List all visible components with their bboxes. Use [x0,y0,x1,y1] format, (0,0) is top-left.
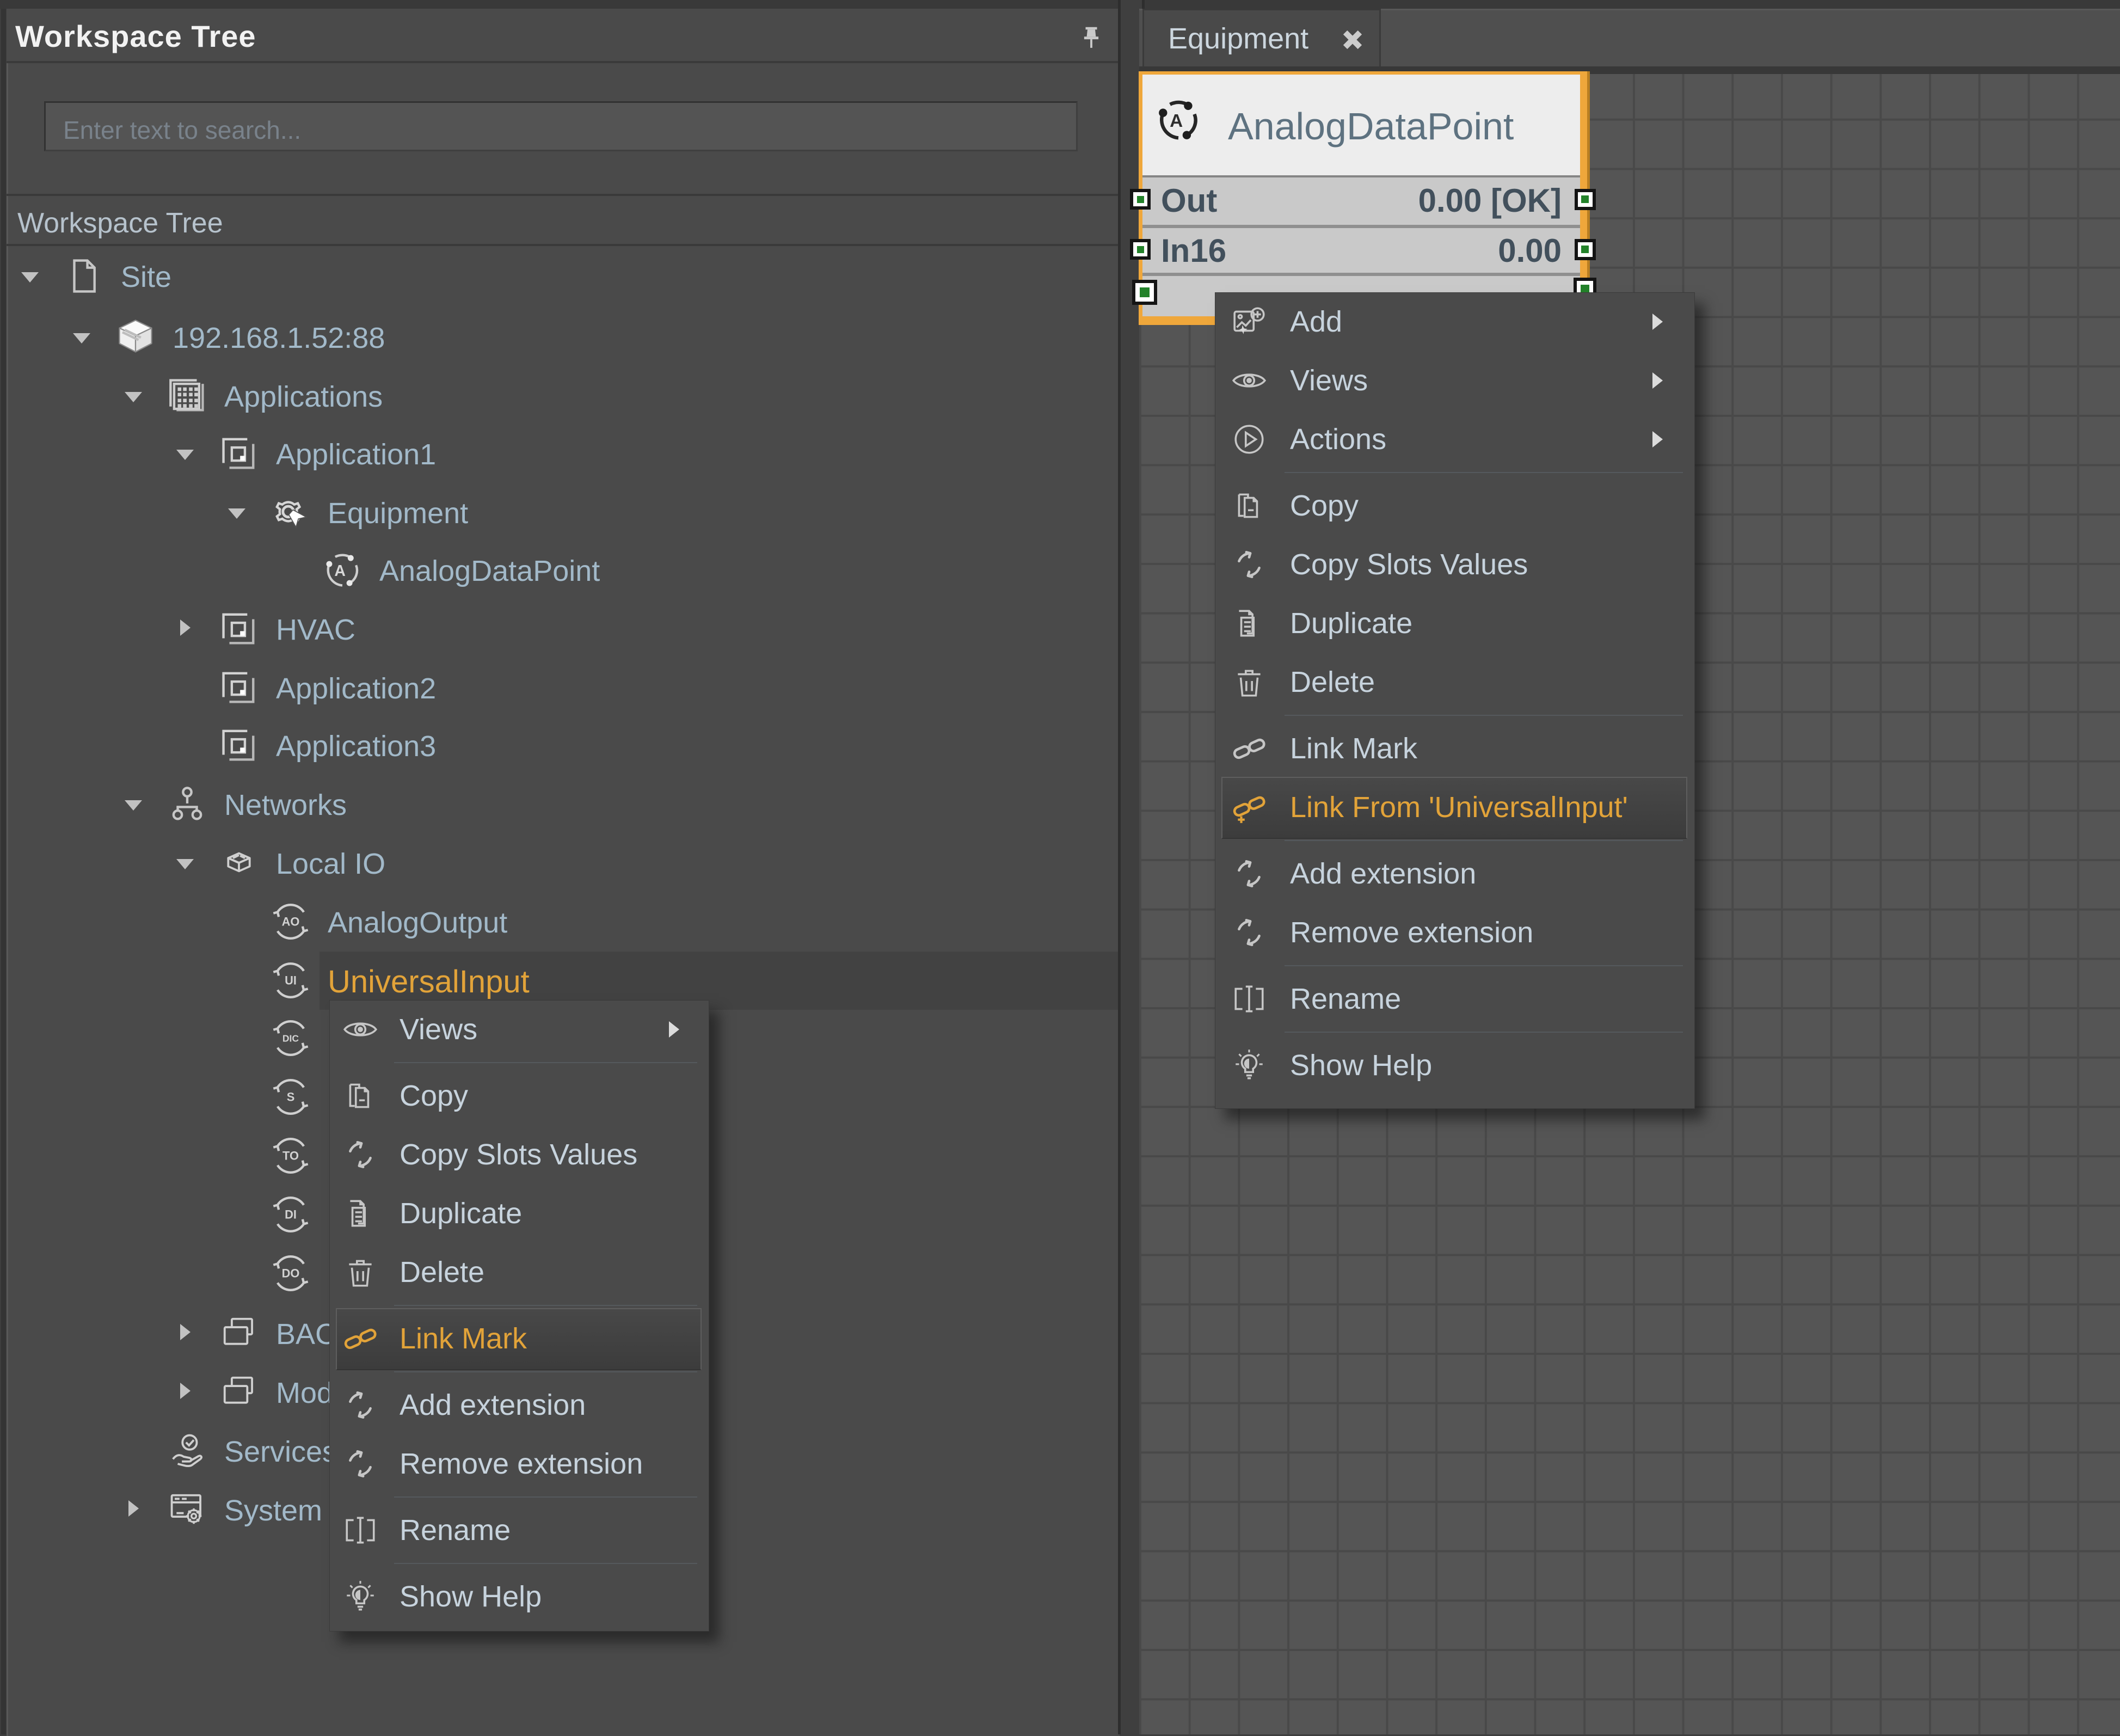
svg-text:DI: DI [285,1208,297,1222]
svg-text:TO: TO [282,1149,299,1163]
svg-text:A: A [1170,111,1183,131]
svg-text:A: A [334,562,346,580]
svg-text:UI: UI [285,974,297,987]
svg-text:DO: DO [282,1267,300,1280]
svg-text:AO: AO [282,915,300,929]
svg-text:S: S [287,1090,295,1104]
svg-text:DIC: DIC [282,1033,299,1044]
